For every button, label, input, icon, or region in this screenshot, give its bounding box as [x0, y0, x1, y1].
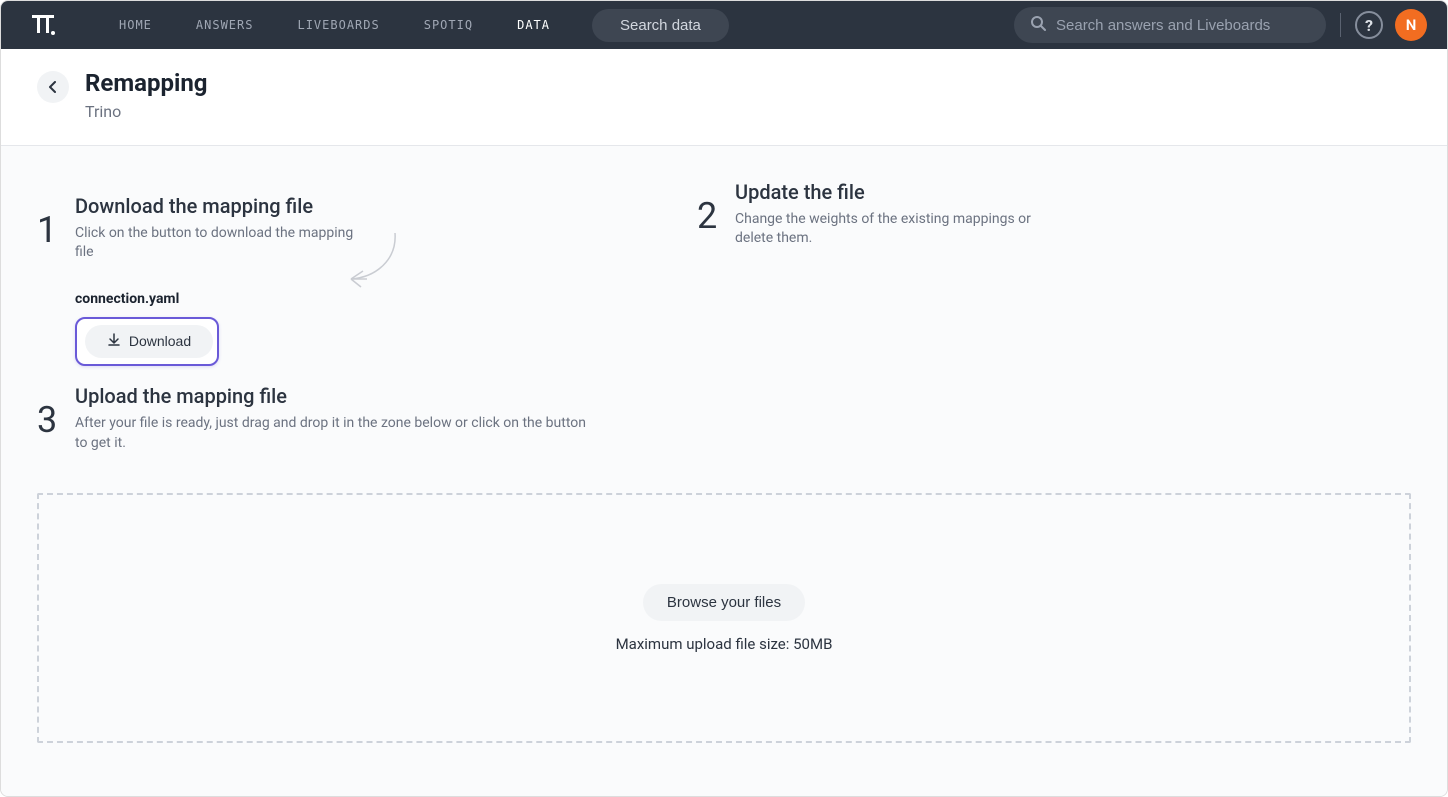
page-subtitle: Trino	[85, 102, 207, 121]
nav-answers[interactable]: ANSWERS	[174, 18, 276, 32]
step-2-desc: Change the weights of the existing mappi…	[735, 210, 1035, 249]
download-button[interactable]: Download	[85, 325, 213, 358]
download-icon	[107, 333, 121, 350]
global-search-input[interactable]	[1056, 17, 1310, 34]
help-button[interactable]: ?	[1355, 11, 1383, 39]
step-2: 2 Update the file Change the weights of …	[697, 180, 1097, 366]
download-label: Download	[129, 333, 191, 349]
search-data-button[interactable]: Search data	[592, 9, 729, 42]
step-number-1: 1	[37, 212, 59, 248]
nav-spotiq[interactable]: SPOTIQ	[402, 18, 495, 32]
download-highlight: Download	[75, 317, 219, 366]
steps-row-top: 1 Download the mapping file Click on the…	[37, 194, 1411, 366]
back-button[interactable]	[37, 71, 69, 103]
mapping-filename: connection.yaml	[75, 291, 697, 307]
step-number-2: 2	[697, 198, 719, 234]
step-1-title: Download the mapping file	[75, 194, 697, 218]
step-number-3: 3	[37, 402, 59, 438]
step-3-desc: After your file is ready, just drag and …	[75, 414, 595, 453]
content: 1 Download the mapping file Click on the…	[1, 146, 1447, 797]
step-2-title: Update the file	[735, 180, 1097, 204]
upload-dropzone[interactable]: Browse your files Maximum upload file si…	[37, 493, 1411, 743]
step-3: 3 Upload the mapping file After your fil…	[37, 384, 697, 453]
step-1-desc: Click on the button to download the mapp…	[75, 224, 375, 263]
page-header: Remapping Trino	[1, 49, 1447, 146]
global-search[interactable]	[1014, 7, 1326, 43]
step-3-title: Upload the mapping file	[75, 384, 697, 408]
page-title: Remapping	[85, 69, 207, 98]
nav-items: HOME ANSWERS LIVEBOARDS SPOTIQ DATA	[97, 18, 572, 32]
avatar[interactable]: N	[1395, 9, 1427, 41]
browse-files-button[interactable]: Browse your files	[643, 584, 805, 621]
step-1: 1 Download the mapping file Click on the…	[37, 194, 697, 366]
nav-liveboards[interactable]: LIVEBOARDS	[275, 18, 401, 32]
chevron-left-icon	[48, 78, 58, 97]
divider	[1340, 13, 1341, 37]
max-upload-size: Maximum upload file size: 50MB	[616, 635, 833, 653]
nav-home[interactable]: HOME	[97, 18, 174, 32]
search-icon	[1030, 15, 1046, 35]
topbar: HOME ANSWERS LIVEBOARDS SPOTIQ DATA Sear…	[1, 1, 1447, 49]
logo-icon[interactable]	[29, 7, 65, 43]
nav-data[interactable]: DATA	[495, 18, 572, 32]
